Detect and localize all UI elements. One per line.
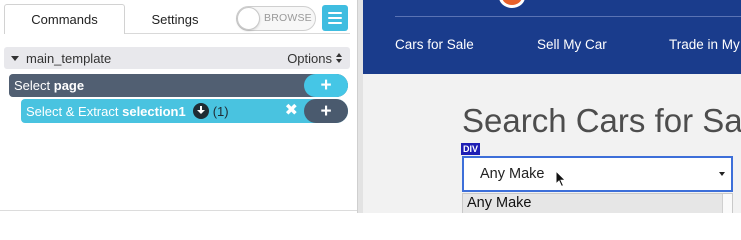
plus-icon: + [320, 100, 332, 122]
toggle-knob-icon[interactable] [237, 7, 260, 30]
nav-sell-my-car[interactable]: Sell My Car [537, 37, 607, 52]
sort-down-icon [336, 59, 342, 63]
hamburger-icon [328, 12, 342, 14]
download-icon[interactable] [192, 103, 209, 119]
plus-icon: + [320, 75, 332, 96]
dropdown-scrollbar[interactable] [722, 194, 732, 213]
make-select[interactable]: Any Make [462, 156, 733, 192]
caret-down-icon[interactable] [11, 55, 19, 61]
command-prefix: Select [14, 78, 51, 93]
tabs-underline [125, 33, 350, 34]
command-target: selection1 [122, 103, 186, 119]
sort-arrows-icon [336, 53, 342, 63]
close-icon[interactable]: ✖ [285, 102, 298, 120]
dropdown-option[interactable]: Any Make [467, 195, 531, 211]
add-command-button[interactable]: + [304, 99, 348, 123]
make-select-value: Any Make [480, 166, 545, 182]
command-select-text: Select page [14, 78, 84, 93]
page-title: Search Cars for Sale [462, 102, 741, 139]
header-divider [395, 16, 741, 17]
make-dropdown-list[interactable]: Any Make [462, 193, 733, 213]
website-viewport: Cars for Sale Sell My Car Trade in My Se… [363, 0, 741, 213]
template-options-button[interactable]: Options [287, 51, 342, 66]
command-target: page [53, 78, 85, 93]
command-select-extract[interactable]: Select & Extract selection1 (1) ✖ + [21, 99, 348, 123]
nav-trade-in[interactable]: Trade in My [669, 37, 740, 52]
tab-settings-label: Settings [151, 11, 199, 27]
logo-icon[interactable] [499, 0, 525, 8]
add-command-button[interactable]: + [304, 74, 348, 97]
site-header: Cars for Sale Sell My Car Trade in My [363, 0, 741, 74]
nav-cars-for-sale[interactable]: Cars for Sale [395, 37, 474, 52]
options-label: Options [287, 50, 332, 66]
mouse-pointer-icon [555, 170, 567, 188]
extension-panel: Commands Settings BROWSE main_template O… [0, 0, 360, 213]
tab-commands[interactable]: Commands [4, 4, 125, 34]
command-prefix: Select & Extract [26, 103, 119, 119]
panel-bottom-border [0, 210, 360, 211]
tab-commands-label: Commands [31, 12, 98, 27]
browse-toggle-label: BROWSE [264, 12, 312, 24]
browse-toggle[interactable]: BROWSE [236, 6, 316, 31]
template-header[interactable]: main_template Options [4, 47, 350, 69]
hamburger-menu-button[interactable] [322, 5, 348, 31]
template-name: main_template [26, 50, 112, 66]
hamburger-icon-bar-3 [328, 22, 342, 24]
dropdown-arrow-icon[interactable] [719, 172, 725, 176]
sort-up-icon [336, 53, 342, 57]
command-select-page[interactable]: Select page + [9, 74, 348, 97]
selection-count: (1) [212, 103, 229, 119]
tab-settings[interactable]: Settings [125, 4, 225, 34]
hamburger-icon-bar-2 [328, 17, 342, 19]
element-type-badge: DIV [461, 143, 481, 155]
command-extract-text: Select & Extract selection1 [26, 104, 186, 119]
